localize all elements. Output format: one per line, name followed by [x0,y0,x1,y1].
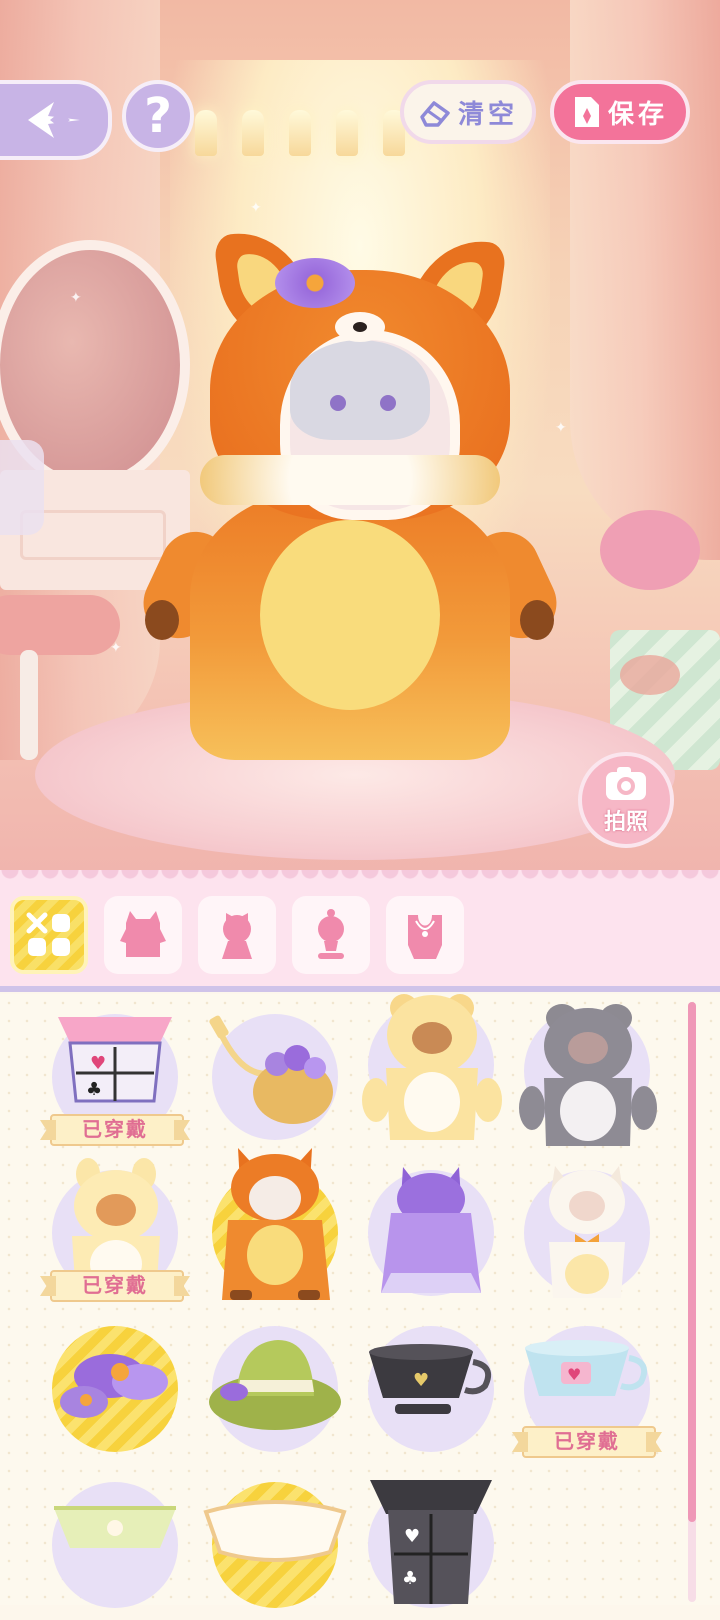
pink-cushion [600,510,700,590]
item-flower-basket[interactable] [200,1002,350,1152]
costume-icon [120,911,166,957]
svg-text:♥: ♥ [90,1053,106,1074]
lace-collar-icon [54,1506,176,1548]
scrollbar[interactable] [688,1002,696,1522]
flower-basket-icon [209,1015,333,1124]
fox-costume-icon [222,1148,330,1300]
save-button[interactable]: 保存 [550,80,690,144]
back-button[interactable] [0,80,112,160]
flower-hairpin-icon [60,1354,168,1418]
necklace-bust-icon [408,915,442,959]
help-button[interactable]: ? [122,80,194,152]
tab-all[interactable] [10,896,88,974]
eye-right [380,395,396,411]
sparkle-icon: ✦ [110,640,122,656]
item-purple-cat-cloak[interactable] [356,1158,506,1308]
worn-ribbon: 已穿戴 [40,1266,190,1302]
item-bear-costume[interactable] [356,990,506,1140]
stool [0,595,120,655]
fox-nose [353,322,367,332]
ruffle-collar [200,455,500,505]
photo-label: 拍照 [603,810,648,835]
flower-hairpin [275,258,355,308]
svg-text:♣: ♣ [86,1079,102,1100]
silver-hair [290,340,430,440]
eye-left [330,395,346,411]
eraser-icon [420,101,450,127]
svg-text:♣: ♣ [402,1568,418,1589]
mannequin-head-icon [318,909,344,959]
paw-right [520,600,554,640]
item-white-cat-costume[interactable] [512,1158,662,1308]
sparkle-icon: ✦ [70,290,82,306]
grid-all-icon [26,912,70,956]
worn-ribbon: 已穿戴 [40,1110,190,1146]
item-yellow-bunny-costume[interactable]: 已穿戴 [40,1158,190,1308]
lamp [242,110,264,156]
item-black-teacup-hat[interactable]: ♥ [356,1314,506,1464]
item-purple-flower-hairpin[interactable] [40,1314,190,1464]
bear-costume-icon [362,994,502,1140]
worn-label: 已穿戴 [82,1272,148,1297]
svg-text:♥: ♥ [413,1370,429,1391]
item-fox-costume[interactable] [200,1148,350,1308]
item-gray-bunny-costume[interactable] [512,996,662,1146]
document-icon [574,97,599,127]
stool-leg [20,650,38,760]
lamp [289,110,311,156]
gift-bow [620,655,680,695]
tab-necklace[interactable] [386,896,464,974]
worn-label: 已穿戴 [554,1428,620,1453]
item-black-card-collar[interactable]: ♥ ♣ [356,1470,506,1620]
clear-button[interactable]: 清空 [400,80,536,144]
photo-button[interactable]: 拍照 [578,752,674,848]
costume-belly [260,520,440,710]
camera-icon [606,767,646,800]
svg-text:♥: ♥ [404,1526,420,1547]
svg-text:♥: ♥ [567,1365,581,1384]
bow-head-icon [222,913,252,959]
worn-ribbon: 已穿戴 [512,1422,662,1458]
tab-headwear[interactable] [198,896,276,974]
black-teacup-icon: ♥ [369,1344,491,1414]
back-arrow-icon [28,102,80,138]
avatar-character[interactable] [132,224,568,770]
item-blue-teacup-hat[interactable]: ♥ 已穿戴 [512,1314,662,1464]
item-card-suit-collar[interactable]: ♥ ♣ 已穿戴 [40,1002,190,1152]
worn-label: 已穿戴 [82,1116,148,1141]
black-card-collar-icon: ♥ ♣ [370,1480,492,1604]
blue-teacup-icon: ♥ [525,1340,647,1396]
paw-left [145,600,179,640]
gray-bunny-costume-icon [519,1004,657,1146]
green-hat-icon [209,1340,341,1430]
tab-outfit[interactable] [104,896,182,974]
category-bar-scallop [0,870,720,886]
white-cat-costume-icon [549,1166,625,1298]
clear-label: 清空 [457,99,518,130]
lamp [336,110,358,156]
vanity-lamps [195,110,405,156]
item-white-ruffle-collar[interactable] [200,1470,350,1620]
card-collar-icon: ♥ ♣ [58,1017,172,1103]
item-green-hat[interactable] [200,1314,350,1464]
save-label: 保存 [607,99,668,130]
ruffle-collar-icon [203,1500,347,1562]
lamp [195,110,217,156]
item-green-lace-collar[interactable] [40,1470,190,1620]
purple-cloak-icon [381,1167,481,1293]
tab-hair-accessory[interactable] [292,896,370,974]
side-drawer-tab[interactable] [0,440,44,535]
sparkle-icon: ✦ [250,200,262,216]
